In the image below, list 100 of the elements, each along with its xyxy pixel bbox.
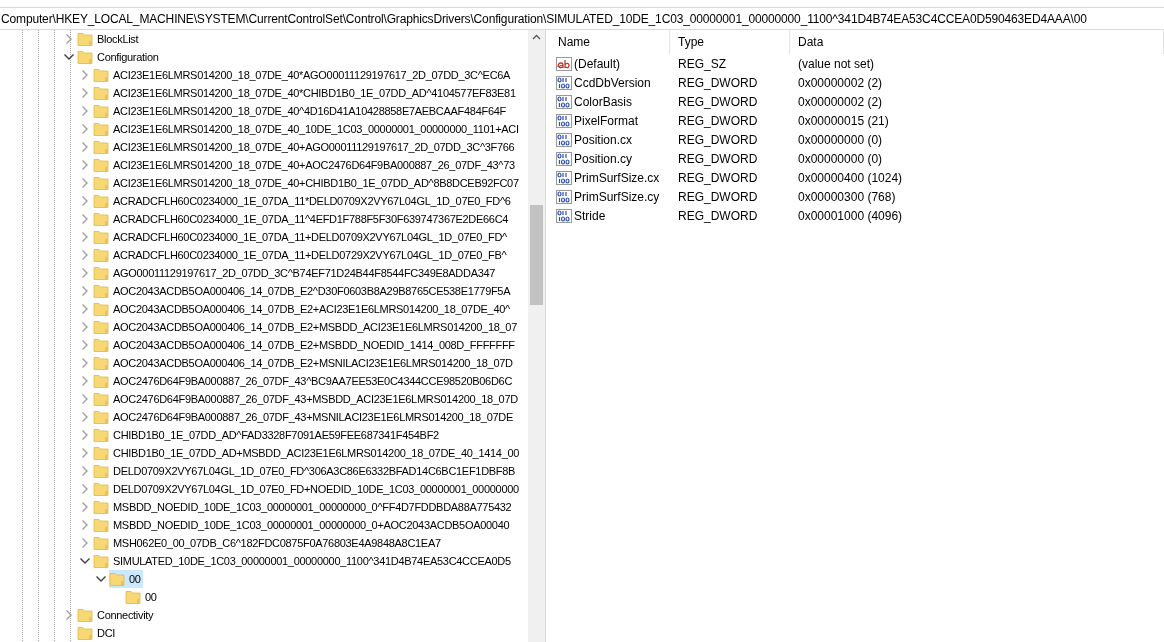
folder-icon: [109, 571, 125, 587]
folder-icon: [93, 229, 109, 245]
folder-icon: [93, 445, 109, 461]
value-type: REG_DWORD: [677, 113, 759, 128]
tree-item[interactable]: ACI23E1E6LMRS014200_18_07DE_40+CHIBD1B0_1E_07DD_AD^8B8DCEB92FC07: [93, 174, 521, 192]
folder-icon: [93, 67, 109, 83]
folder-icon: [93, 355, 109, 371]
tree-item[interactable]: ACI23E1E6LMRS014200_18_07DE_40+AGO00011129197617_2D_07DD_3C^3F766: [93, 138, 517, 156]
tree-item[interactable]: AOC2043ACDB5OA000406_14_07DB_E2+MSNILACI23E1E6LMRS014200_18_07D: [93, 354, 515, 372]
folder-icon: [93, 157, 109, 173]
value-data: 0x00000015 (21): [797, 113, 890, 128]
binary-value-icon: [556, 207, 572, 224]
value-data: 0x00000002 (2): [797, 75, 884, 90]
folder-icon: [93, 481, 109, 497]
value-data: 0x00000400 (1024): [797, 170, 904, 185]
tree-item[interactable]: DELD0709X2VY67L04GL_1D_07E0_FD^306A3C86E6332BFAD14C6BC1EF1DBF8B: [93, 462, 518, 480]
folder-icon: [93, 373, 109, 389]
tree-item[interactable]: ACRADCFLH60C0234000_1E_07DA_11*DELD0709X2VY67L04GL_1D_07E0_FD^6: [93, 192, 513, 210]
folder-icon: [93, 427, 109, 443]
tree-item[interactable]: ACI23E1E6LMRS014200_18_07DE_40_10DE_1C03_00000001_00000000_1101+ACI: [93, 120, 521, 138]
value-data: 0x00000300 (768): [797, 189, 897, 204]
value-type: REG_DWORD: [677, 75, 759, 90]
value-name[interactable]: CcdDbVersion: [574, 75, 651, 90]
string-value-icon: [556, 55, 572, 72]
tree-item[interactable]: AOC2476D64F9BA000887_26_07DF_43+MSBDD_ACI23E1E6LMRS014200_18_07D: [93, 390, 520, 408]
folder-icon: [93, 175, 109, 191]
value-data: 0x00000000 (0): [797, 132, 884, 147]
address-bar[interactable]: Computer\HKEY_LOCAL_MACHINE\SYSTEM\CurrentControlSet\Control\GraphicsDrivers\Configuration\SIMULATED_10DE_1C03_00000001_00000000_1100^341D4B74EA53C4CCEA0D590463ED4AAA\00: [0, 7, 1164, 30]
tree-item[interactable]: AOC2476D64F9BA000887_26_07DF_43^BC9AA7EE53E0C4344CCE98520B06D6C: [93, 372, 515, 390]
tree-item[interactable]: Connectivity: [77, 606, 156, 624]
value-type: REG_DWORD: [677, 208, 759, 223]
tree-item[interactable]: ACRADCFLH60C0234000_1E_07DA_11^4EFD1F788F5F30F639747367E2DE66C4: [93, 210, 511, 228]
tree-item[interactable]: 00: [109, 570, 143, 588]
tree-item[interactable]: MSBDD_NOEDID_10DE_1C03_00000001_00000000_0^FF4D7FDDBDA88A775432: [93, 498, 514, 516]
tree-item[interactable]: AGO00011129197617_2D_07DD_3C^B74EF71D24B44F8544FC349E8ADDA347: [93, 264, 498, 282]
value-type: REG_DWORD: [677, 189, 759, 204]
tree-item[interactable]: 00: [125, 588, 159, 606]
folder-icon: [93, 211, 109, 227]
folder-icon: [93, 247, 109, 263]
value-type: REG_DWORD: [677, 170, 759, 185]
value-name[interactable]: PrimSurfSize.cy: [574, 189, 660, 204]
tree-item[interactable]: BlockList: [77, 30, 141, 48]
column-header[interactable]: Name: [550, 30, 670, 54]
folder-icon: [93, 391, 109, 407]
folder-icon: [93, 553, 109, 569]
tree-item[interactable]: MSBDD_NOEDID_10DE_1C03_00000001_00000000_0+AOC2043ACDB5OA00040: [93, 516, 512, 534]
tree-item[interactable]: ACRADCFLH60C0234000_1E_07DA_11+DELD0709X2VY67L04GL_1D_07E0_FD^: [93, 228, 509, 246]
value-type: REG_DWORD: [677, 132, 759, 147]
folder-icon: [93, 301, 109, 317]
binary-value-icon: [556, 150, 572, 167]
folder-icon: [93, 121, 109, 137]
binary-value-icon: [556, 112, 572, 129]
folder-icon: [93, 283, 109, 299]
column-header[interactable]: Data: [790, 30, 1164, 54]
tree-item[interactable]: ACRADCFLH60C0234000_1E_07DA_11+DELD0729X2VY67L04GL_1D_07E0_FB^: [93, 246, 509, 264]
tree-item[interactable]: AOC2476D64F9BA000887_26_07DF_43+MSNILACI23E1E6LMRS014200_18_07DE: [93, 408, 515, 426]
value-name[interactable]: Position.cx: [574, 132, 633, 147]
folder-icon: [93, 517, 109, 533]
tree-item[interactable]: ACI23E1E6LMRS014200_18_07DE_40+AOC2476D64F9BA000887_26_07DF_43^73: [93, 156, 517, 174]
folder-icon: [93, 193, 109, 209]
folder-icon: [77, 31, 93, 47]
tree-item[interactable]: SIMULATED_10DE_1C03_00000001_00000000_1100^341D4B74EA53C4CCEA0D5: [93, 552, 513, 570]
tree-item[interactable]: ACI23E1E6LMRS014200_18_07DE_40^4D16D41A10428858E7AEBCAAF484F64F: [93, 102, 508, 120]
value-name[interactable]: ColorBasis: [574, 94, 633, 109]
folder-icon: [77, 49, 93, 65]
tree-item[interactable]: ACI23E1E6LMRS014200_18_07DE_40*AGO00011129197617_2D_07DD_3C^EC6A: [93, 66, 513, 84]
tree-item[interactable]: CHIBD1B0_1E_07DD_AD+MSBDD_ACI23E1E6LMRS014200_18_07DE_40_1414_00: [93, 444, 522, 462]
tree-item[interactable]: CHIBD1B0_1E_07DD_AD^FAD3328F7091AE59FEE687341F454BF2: [93, 426, 441, 444]
folder-icon: [93, 265, 109, 281]
tree-item[interactable]: DELD0709X2VY67L04GL_1D_07E0_FD+NOEDID_10DE_1C03_00000001_00000000: [93, 480, 521, 498]
value-name[interactable]: Position.cy: [574, 151, 633, 166]
tree-item[interactable]: AOC2043ACDB5OA000406_14_07DB_E2^D30F0603B8A29B8765CE538E1779F5A: [93, 282, 513, 300]
binary-value-icon: [556, 131, 572, 148]
value-name[interactable]: PixelFormat: [574, 113, 638, 128]
scroll-up-icon[interactable]: [532, 34, 541, 40]
tree-item[interactable]: Configuration: [77, 48, 161, 66]
folder-icon: [93, 499, 109, 515]
value-type: REG_DWORD: [677, 94, 759, 109]
value-type: REG_DWORD: [677, 151, 759, 166]
tree-item[interactable]: MSH062E0_00_07DB_C6^182FDC0875F0A76803E4A9848A8C1EA7: [93, 534, 443, 552]
value-data: 0x00001000 (4096): [797, 208, 904, 223]
folder-icon: [93, 103, 109, 119]
folder-icon: [93, 85, 109, 101]
tree-item[interactable]: AOC2043ACDB5OA000406_14_07DB_E2+MSBDD_NOEDID_1414_008D_FFFFFFF: [93, 336, 517, 354]
value-data: 0x00000002 (2): [797, 94, 884, 109]
scrollbar-thumb[interactable]: [530, 205, 543, 305]
value-data: (value not set): [797, 56, 876, 71]
column-header[interactable]: Type: [670, 30, 790, 54]
tree-item[interactable]: AOC2043ACDB5OA000406_14_07DB_E2+ACI23E1E6LMRS014200_18_07DE_40^: [93, 300, 512, 318]
tree-item[interactable]: AOC2043ACDB5OA000406_14_07DB_E2+MSBDD_ACI23E1E6LMRS014200_18_07: [93, 318, 519, 336]
binary-value-icon: [556, 188, 572, 205]
folder-icon: [93, 463, 109, 479]
folder-icon: [93, 319, 109, 335]
folder-icon: [93, 139, 109, 155]
tree-item[interactable]: DCI: [77, 624, 118, 642]
value-name[interactable]: Stride: [574, 208, 606, 223]
tree-item[interactable]: ACI23E1E6LMRS014200_18_07DE_40*CHIBD1B0_1E_07DD_AD^4104577EF83E81: [93, 84, 518, 102]
value-name[interactable]: (Default): [574, 56, 620, 71]
scrollbar[interactable]: [528, 30, 545, 642]
value-name[interactable]: PrimSurfSize.cx: [574, 170, 660, 185]
